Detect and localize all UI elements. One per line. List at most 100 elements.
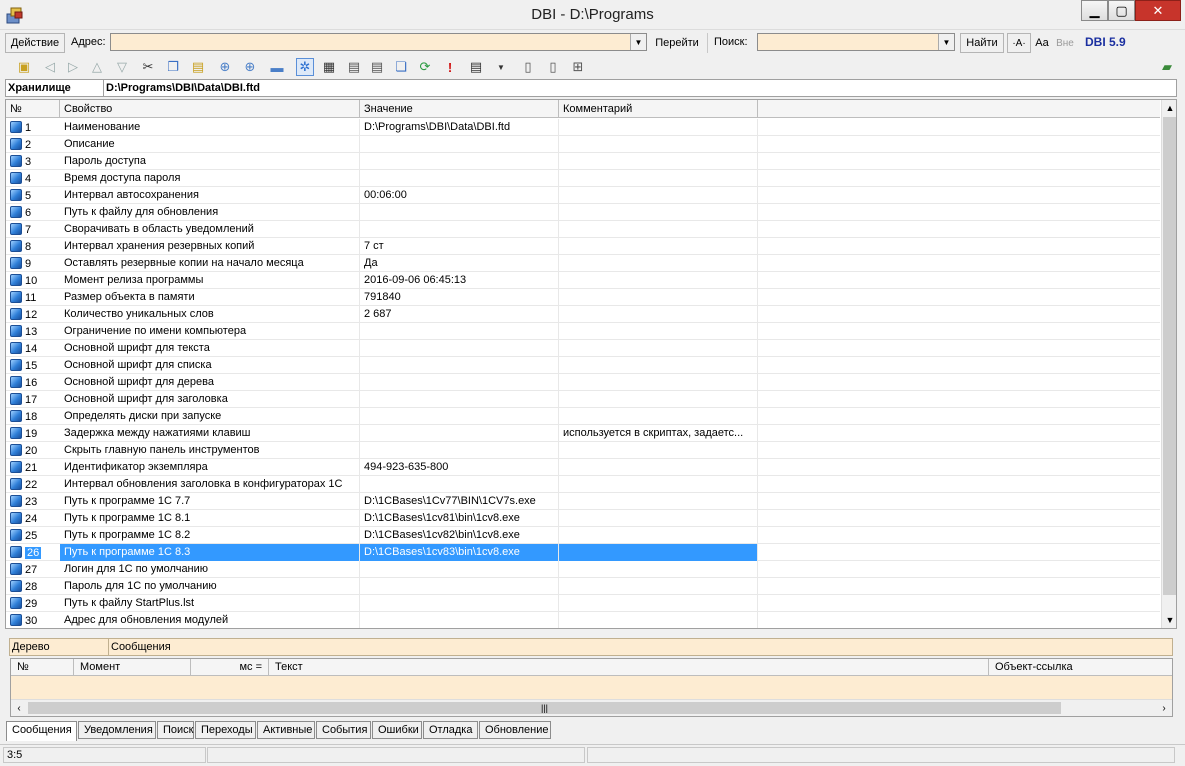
match-case-toggle[interactable]: Aa bbox=[1032, 33, 1052, 53]
table-row[interactable]: 7 Сворачивать в область уведомлений bbox=[6, 221, 1160, 238]
msg-col-number[interactable]: № bbox=[11, 659, 74, 676]
table-row[interactable]: 27 Логин для 1С по умолчанию bbox=[6, 561, 1160, 578]
value-cell[interactable]: 791840 bbox=[360, 289, 559, 306]
match-word-toggle[interactable]: ·A· bbox=[1007, 33, 1031, 53]
property-cell[interactable]: Путь к программе 1С 8.2 bbox=[60, 527, 360, 544]
table-row[interactable]: 12 Количество уникальных слов 2 687 bbox=[6, 306, 1160, 323]
level-up-icon[interactable]: △ bbox=[88, 58, 106, 76]
tree-tab[interactable]: Дерево bbox=[12, 641, 50, 653]
comment-cell[interactable] bbox=[559, 221, 758, 238]
value-cell[interactable]: Да bbox=[360, 255, 559, 272]
col-number[interactable]: № bbox=[6, 100, 60, 118]
property-cell[interactable]: Сворачивать в область уведомлений bbox=[60, 221, 360, 238]
table-row[interactable]: 5 Интервал автосохранения 00:06:00 bbox=[6, 187, 1160, 204]
property-cell[interactable]: Интервал обновления заголовка в конфигур… bbox=[60, 476, 360, 493]
cut-icon[interactable]: ✂ bbox=[139, 58, 157, 76]
table-row[interactable]: 2 Описание bbox=[6, 136, 1160, 153]
comment-cell[interactable] bbox=[559, 476, 758, 493]
value-cell[interactable] bbox=[360, 221, 559, 238]
view-mode-dropdown-icon[interactable]: ▼ bbox=[492, 58, 510, 76]
property-cell[interactable]: Путь к программе 1С 8.1 bbox=[60, 510, 360, 527]
bottom-tab-0[interactable]: Сообщения bbox=[6, 721, 77, 741]
minimize-button[interactable]: ▁ bbox=[1081, 0, 1108, 21]
find-button[interactable]: Найти bbox=[960, 33, 1004, 53]
document-icon[interactable]: ▤ bbox=[345, 58, 363, 76]
alert-icon[interactable]: ! bbox=[441, 58, 459, 76]
view-mode-icon[interactable]: ▤ bbox=[467, 58, 485, 76]
scroll-left-icon[interactable]: ‹ bbox=[11, 700, 27, 716]
property-cell[interactable]: Основной шрифт для списка bbox=[60, 357, 360, 374]
comment-cell[interactable] bbox=[559, 187, 758, 204]
settings-icon[interactable]: ✲ bbox=[296, 58, 314, 76]
table-row[interactable]: 13 Ограничение по имени компьютера bbox=[6, 323, 1160, 340]
comment-cell[interactable] bbox=[559, 561, 758, 578]
value-cell[interactable]: D:\1CBases\1Cv77\BIN\1CV7s.exe bbox=[360, 493, 559, 510]
go-button[interactable]: Перейти bbox=[650, 33, 704, 53]
new-storage-icon[interactable]: ▣ bbox=[15, 58, 33, 76]
action-menu-button[interactable]: Действие bbox=[5, 33, 65, 53]
value-cell[interactable] bbox=[360, 476, 559, 493]
comment-cell[interactable] bbox=[559, 612, 758, 628]
value-cell[interactable]: D:\Programs\DBI\Data\DBI.ftd bbox=[360, 119, 559, 136]
value-cell[interactable] bbox=[360, 323, 559, 340]
comment-cell[interactable] bbox=[559, 136, 758, 153]
search-dropdown-icon[interactable]: ▼ bbox=[938, 34, 954, 50]
col-property[interactable]: Свойство bbox=[60, 100, 360, 118]
property-cell[interactable]: Оставлять резервные копии на начало меся… bbox=[60, 255, 360, 272]
property-cell[interactable]: Путь к программе 1С 7.7 bbox=[60, 493, 360, 510]
add-child-icon[interactable]: ⊕ bbox=[241, 58, 259, 76]
property-cell[interactable]: Момент релиза программы bbox=[60, 272, 360, 289]
msg-col-object-ref[interactable]: Объект-ссылка bbox=[989, 659, 1172, 676]
bottom-tab-8[interactable]: Обновление bbox=[479, 721, 551, 739]
value-cell[interactable] bbox=[360, 408, 559, 425]
value-cell[interactable] bbox=[360, 578, 559, 595]
table-row[interactable]: 23 Путь к программе 1С 7.7 D:\1CBases\1Cv7… bbox=[6, 493, 1160, 510]
table-row[interactable]: 19 Задержка между нажатиями клавиш использ… bbox=[6, 425, 1160, 442]
table-row[interactable]: 28 Пароль для 1С по умолчанию bbox=[6, 578, 1160, 595]
value-cell[interactable] bbox=[360, 442, 559, 459]
value-cell[interactable] bbox=[360, 425, 559, 442]
comment-cell[interactable] bbox=[559, 323, 758, 340]
comment-cell[interactable] bbox=[559, 289, 758, 306]
property-cell[interactable]: Путь к программе 1С 8.3 bbox=[60, 544, 360, 561]
value-cell[interactable]: 2 687 bbox=[360, 306, 559, 323]
value-cell[interactable]: D:\1CBases\1cv83\bin\1cv8.exe bbox=[360, 544, 559, 561]
comment-cell[interactable]: используется в скриптах, задаетс... bbox=[559, 425, 758, 442]
value-cell[interactable]: 7 ст bbox=[360, 238, 559, 255]
table-row[interactable]: 22 Интервал обновления заголовка в конфиг… bbox=[6, 476, 1160, 493]
comment-cell[interactable] bbox=[559, 238, 758, 255]
value-cell[interactable] bbox=[360, 561, 559, 578]
value-cell[interactable] bbox=[360, 357, 559, 374]
table-row[interactable]: 6 Путь к файлу для обновления bbox=[6, 204, 1160, 221]
refresh-icon[interactable]: ⟳ bbox=[416, 58, 434, 76]
comment-cell[interactable] bbox=[559, 493, 758, 510]
table-row[interactable]: 18 Определять диски при запуске bbox=[6, 408, 1160, 425]
remove-icon[interactable]: ▬ bbox=[268, 58, 286, 76]
table-row[interactable]: 11 Размер объекта в памяти 791840 bbox=[6, 289, 1160, 306]
messages-tab[interactable]: Сообщения bbox=[111, 641, 171, 653]
paste-icon[interactable]: ▤ bbox=[189, 58, 207, 76]
address-dropdown-icon[interactable]: ▼ bbox=[630, 34, 646, 50]
keyboard-icon[interactable]: ▦ bbox=[320, 58, 338, 76]
maximize-button[interactable]: ▢ bbox=[1108, 0, 1135, 21]
col-comment[interactable]: Комментарий bbox=[559, 100, 758, 118]
table-row[interactable]: 24 Путь к программе 1С 8.1 D:\1CBases\1cv8… bbox=[6, 510, 1160, 527]
value-cell[interactable] bbox=[360, 170, 559, 187]
bottom-tab-3[interactable]: Переходы bbox=[195, 721, 256, 739]
table-row[interactable]: 9 Оставлять резервные копии на начало мес… bbox=[6, 255, 1160, 272]
messages-grid[interactable]: № Момент мс = Текст Объект-ссылка ‹ ||| … bbox=[10, 658, 1173, 717]
back-icon[interactable]: ◁ bbox=[41, 58, 59, 76]
property-cell[interactable]: Основной шрифт для дерева bbox=[60, 374, 360, 391]
property-cell[interactable]: Количество уникальных слов bbox=[60, 306, 360, 323]
comment-cell[interactable] bbox=[559, 459, 758, 476]
property-cell[interactable]: Скрыть главную панель инструментов bbox=[60, 442, 360, 459]
msg-col-text[interactable]: Текст bbox=[269, 659, 989, 676]
table-row[interactable]: 21 Идентификатор экземпляра 494-923-635-80… bbox=[6, 459, 1160, 476]
level-down-icon[interactable]: ▽ bbox=[113, 58, 131, 76]
close-button[interactable]: ✕ bbox=[1135, 0, 1181, 21]
table-row[interactable]: 1 Наименование D:\Programs\DBI\Data\DBI.ft… bbox=[6, 119, 1160, 136]
value-cell[interactable]: 494-923-635-800 bbox=[360, 459, 559, 476]
messages-horizontal-scrollbar[interactable]: ‹ ||| › bbox=[11, 699, 1172, 716]
bottom-tab-7[interactable]: Отладка bbox=[423, 721, 478, 739]
bottom-tab-6[interactable]: Ошибки bbox=[372, 721, 422, 739]
